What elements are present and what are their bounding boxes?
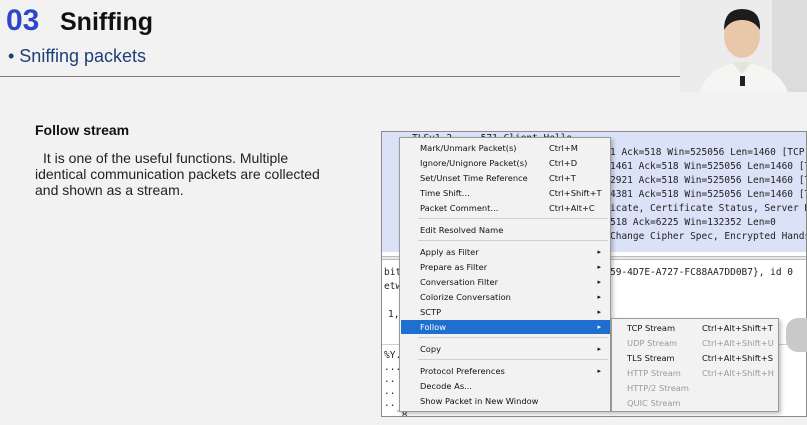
submenu-item-shortcut: Ctrl+Alt+Shift+S: [702, 353, 773, 363]
slide-number: 03: [6, 4, 40, 37]
menu-item-label: Edit Resolved Name: [420, 225, 504, 235]
bytes-row: ..: [384, 398, 396, 409]
follow-submenu: TCP Stream Ctrl+Alt+Shift+T UDP Stream C…: [611, 318, 779, 412]
menu-item-shortcut: Ctrl+Alt+C: [549, 203, 595, 213]
packet-row[interactable]: 1 Ack=518 Win=525056 Len=1460 [TCP: [610, 146, 804, 160]
chevron-right-icon: ▸: [597, 293, 601, 301]
menu-item-time-reference[interactable]: Set/Unset Time Reference Ctrl+T: [401, 171, 610, 185]
menu-separator: [418, 240, 608, 241]
packet-row[interactable]: 1461 Ack=518 Win=525056 Len=1460 [T: [610, 160, 806, 174]
menu-item-label: Colorize Conversation: [420, 292, 511, 302]
menu-item-packet-comment[interactable]: Packet Comment... Ctrl+Alt+C: [401, 201, 610, 215]
packet-row[interactable]: icate, Certificate Status, Server Ke: [610, 202, 806, 216]
menu-item-label: Protocol Preferences: [420, 366, 505, 376]
menu-item-follow[interactable]: Follow ▸: [401, 320, 610, 334]
menu-separator: [418, 359, 608, 360]
submenu-item-shortcut: Ctrl+Alt+Shift+H: [702, 368, 774, 378]
submenu-item-label: QUIC Stream: [627, 398, 681, 408]
chevron-right-icon: ▸: [597, 263, 601, 271]
menu-item-label: Time Shift...: [420, 188, 470, 198]
menu-separator: [418, 218, 608, 219]
menu-item-mark-packet[interactable]: Mark/Unmark Packet(s) Ctrl+M: [401, 141, 610, 155]
slide-title: Sniffing: [60, 8, 154, 36]
menu-item-ignore-packet[interactable]: Ignore/Unignore Packet(s) Ctrl+D: [401, 156, 610, 170]
submenu-item-tcp-stream[interactable]: TCP Stream Ctrl+Alt+Shift+T: [613, 321, 777, 335]
menu-item-label: Prepare as Filter: [420, 262, 488, 272]
body-text: It is one of the useful functions. Multi…: [35, 150, 320, 198]
menu-item-prepare-as-filter[interactable]: Prepare as Filter ▸: [401, 260, 610, 274]
menu-item-sctp[interactable]: SCTP ▸: [401, 305, 610, 319]
menu-item-label: Decode As...: [420, 381, 473, 391]
submenu-item-label: TLS Stream: [627, 353, 675, 363]
menu-item-edit-resolved-name[interactable]: Edit Resolved Name: [401, 223, 610, 237]
menu-item-copy[interactable]: Copy ▸: [401, 342, 610, 356]
submenu-item-tls-stream[interactable]: TLS Stream Ctrl+Alt+Shift+S: [613, 351, 777, 365]
submenu-item-http-stream[interactable]: HTTP Stream Ctrl+Alt+Shift+H: [613, 366, 777, 380]
header-divider: [0, 76, 680, 77]
submenu-item-shortcut: Ctrl+Alt+Shift+T: [702, 323, 773, 333]
submenu-item-quic-stream[interactable]: QUIC Stream: [613, 396, 777, 410]
chevron-right-icon: ▸: [597, 345, 601, 353]
menu-item-label: Copy: [420, 344, 442, 354]
submenu-item-label: UDP Stream: [627, 338, 678, 348]
submenu-item-udp-stream[interactable]: UDP Stream Ctrl+Alt+Shift+U: [613, 336, 777, 350]
menu-item-time-shift[interactable]: Time Shift... Ctrl+Shift+T: [401, 186, 610, 200]
chevron-right-icon: ▸: [597, 278, 601, 286]
packet-context-menu: Mark/Unmark Packet(s) Ctrl+M Ignore/Unig…: [399, 137, 611, 412]
menu-item-apply-as-filter[interactable]: Apply as Filter ▸: [401, 245, 610, 259]
menu-separator: [418, 337, 608, 338]
slide-subtitle: • Sniffing packets: [8, 46, 147, 66]
packet-row[interactable]: 518 Ack=6225 Win=132352 Len=0: [610, 216, 776, 230]
menu-item-decode-as[interactable]: Decode As...: [401, 379, 610, 393]
submenu-item-http2-stream[interactable]: HTTP/2 Stream: [613, 381, 777, 395]
chevron-right-icon: ▸: [597, 248, 601, 256]
pointer-overlay: [786, 318, 807, 352]
menu-item-shortcut: Ctrl+D: [549, 158, 578, 168]
detail-row[interactable]: 1,: [388, 308, 399, 322]
packet-row[interactable]: 4381 Ack=518 Win=525056 Len=1460 [T: [610, 188, 806, 202]
presenter-webcam: [680, 0, 807, 92]
submenu-item-label: HTTP/2 Stream: [627, 383, 689, 393]
submenu-item-shortcut: Ctrl+Alt+Shift+U: [702, 338, 774, 348]
menu-item-show-packet-new-window[interactable]: Show Packet in New Window: [401, 394, 610, 408]
menu-item-label: Mark/Unmark Packet(s): [420, 143, 517, 153]
menu-item-label: Ignore/Unignore Packet(s): [420, 158, 528, 168]
presenter-image: [680, 0, 807, 92]
menu-item-colorize-conversation[interactable]: Colorize Conversation ▸: [401, 290, 610, 304]
menu-item-label: Packet Comment...: [420, 203, 499, 213]
submenu-item-label: TCP Stream: [627, 323, 676, 333]
menu-item-conversation-filter[interactable]: Conversation Filter ▸: [401, 275, 610, 289]
menu-item-label: Apply as Filter: [420, 247, 479, 257]
menu-item-shortcut: Ctrl+T: [549, 173, 576, 183]
section-heading: Follow stream: [35, 122, 130, 138]
menu-item-shortcut: Ctrl+Shift+T: [549, 188, 602, 198]
menu-item-label: Show Packet in New Window: [420, 396, 539, 406]
submenu-item-label: HTTP Stream: [627, 368, 681, 378]
menu-item-label: Follow: [420, 322, 447, 332]
chevron-right-icon: ▸: [597, 308, 601, 316]
menu-item-shortcut: Ctrl+M: [549, 143, 578, 153]
chevron-right-icon: ▸: [597, 367, 601, 375]
menu-item-protocol-preferences[interactable]: Protocol Preferences ▸: [401, 364, 610, 378]
packet-row[interactable]: 2921 Ack=518 Win=525056 Len=1460 [T: [610, 174, 806, 188]
packet-row[interactable]: Change Cipher Spec, Encrypted Hands: [610, 230, 806, 244]
detail-row[interactable]: 59-4D7E-A727-FC88AA7DD0B7}, id 0: [610, 266, 793, 280]
chevron-right-icon: ▸: [597, 323, 601, 331]
menu-item-label: Conversation Filter: [420, 277, 499, 287]
menu-item-label: SCTP: [420, 307, 442, 317]
menu-item-label: Set/Unset Time Reference: [420, 173, 528, 183]
